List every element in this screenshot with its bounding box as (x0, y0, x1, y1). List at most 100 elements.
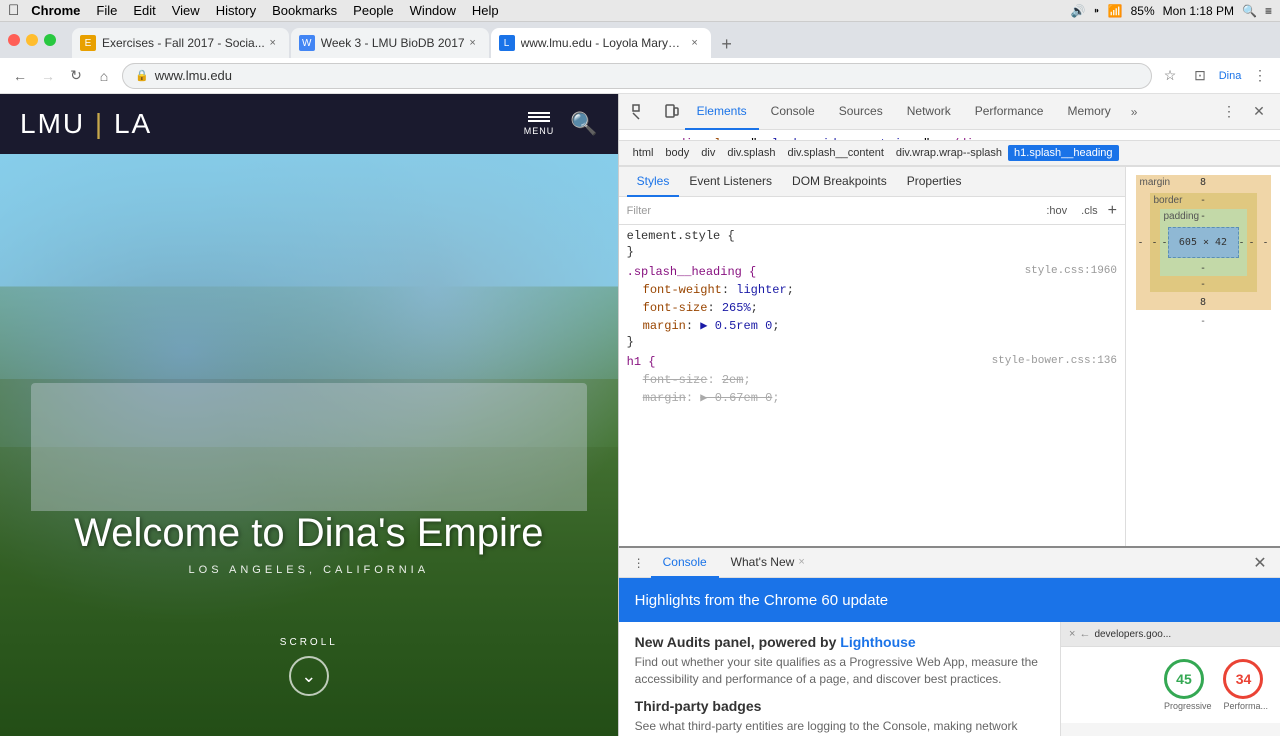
menu-button[interactable]: MENU (524, 112, 555, 136)
tab-biodb[interactable]: W Week 3 - LMU BioDB 2017 × (291, 28, 489, 58)
filter-input[interactable] (659, 205, 1034, 217)
box-model-panel: margin 8 8 - - border - - - - (1125, 167, 1280, 546)
menu-window[interactable]: Window (410, 3, 456, 18)
console-bottom-content: New Audits panel, powered by Lighthouse … (619, 622, 1280, 736)
margin-label: margin (1140, 177, 1171, 188)
forward-button[interactable]: → (36, 64, 60, 88)
notification-icon[interactable]: ≡ (1265, 4, 1272, 18)
tab-event-listeners[interactable]: Event Listeners (679, 167, 782, 197)
dom-tree[interactable]: <div class="splash__video-container">…</… (619, 130, 1280, 140)
logo-la: LA (114, 108, 152, 139)
border-bottom-value: - (1200, 279, 1206, 290)
tab-favicon-biodb: W (299, 35, 315, 51)
menu-people[interactable]: People (353, 3, 393, 18)
menu-edit[interactable]: Edit (133, 3, 155, 18)
breadcrumb-div-wrap[interactable]: div.wrap.wrap--splash (890, 145, 1008, 161)
style-prop-margin: margin: ▶ 0.5rem 0; (627, 317, 1117, 335)
menu-bookmarks[interactable]: Bookmarks (272, 3, 337, 18)
style-rule-splash-heading: .splash__heading { style.css:1960 font-w… (627, 265, 1117, 349)
back-button[interactable]: ← (8, 64, 32, 88)
menu-file[interactable]: File (96, 3, 117, 18)
hov-button[interactable]: :hov (1042, 203, 1071, 219)
tab-exercises[interactable]: E Exercises - Fall 2017 - Socia... × (72, 28, 289, 58)
breadcrumb-bar: html body div div.splash div.splash__con… (619, 140, 1280, 166)
filter-right: :hov .cls + (1042, 202, 1117, 220)
breadcrumb-body[interactable]: body (659, 145, 695, 161)
close-button[interactable] (8, 34, 20, 46)
signin-icon[interactable]: Dina (1218, 64, 1242, 88)
inspect-icon[interactable] (627, 99, 653, 125)
style-source-bower[interactable]: style-bower.css:136 (992, 355, 1117, 367)
devtools-settings[interactable]: ⋮ (1216, 99, 1242, 125)
apple-icon[interactable]:  (8, 2, 19, 19)
tab-memory[interactable]: Memory (1055, 94, 1122, 130)
section-1-text: Find out whether your site qualifies as … (635, 654, 1044, 688)
section-2-text: See what third-party entities are loggin… (635, 718, 1044, 736)
reload-button[interactable]: ↻ (64, 64, 88, 88)
breadcrumb-div-splash-content[interactable]: div.splash__content (781, 145, 889, 161)
cast-icon[interactable]: ⊡ (1188, 64, 1212, 88)
tab-lmu[interactable]: L www.lmu.edu - Loyola Marym... × (491, 28, 711, 58)
preview-scores: 45 Progressive 34 Performa... (1069, 655, 1272, 715)
style-source-1960[interactable]: style.css:1960 (1025, 265, 1117, 277)
tab-console-bottom[interactable]: Console (651, 548, 719, 578)
tab-elements[interactable]: Elements (685, 94, 759, 130)
tab-performance[interactable]: Performance (963, 94, 1056, 130)
selector-element-style: element.style { (627, 229, 1117, 243)
menu-view[interactable]: View (172, 3, 200, 18)
style-prop-font-size-h1: font-size: 2em; (627, 371, 1117, 389)
tab-whats-new[interactable]: What's New × (719, 548, 817, 578)
tab-network[interactable]: Network (895, 94, 963, 130)
home-button[interactable]: ⌂ (92, 64, 116, 88)
breadcrumb-div[interactable]: div (695, 145, 721, 161)
devtools-more-tabs[interactable]: » (1123, 105, 1146, 119)
wifi-icon: 📶 (1108, 4, 1123, 18)
score-circle-34: 34 (1223, 659, 1263, 699)
tab-console[interactable]: Console (759, 94, 827, 130)
filter-bar: Filter :hov .cls + (619, 197, 1125, 225)
breadcrumb-h1[interactable]: h1.splash__heading (1008, 145, 1118, 161)
toolbar-right: ☆ ⊡ Dina ⋮ (1158, 64, 1272, 88)
add-style-button[interactable]: + (1108, 202, 1117, 220)
menu-help[interactable]: Help (472, 3, 499, 18)
breadcrumb-html[interactable]: html (627, 145, 660, 161)
scroll-circle[interactable]: ⌄ (289, 656, 329, 696)
new-tab-button[interactable]: + (713, 30, 741, 58)
styles-left: Styles Event Listeners DOM Breakpoints P… (619, 167, 1125, 546)
tab-close-biodb[interactable]: × (465, 35, 481, 51)
fullscreen-button[interactable] (44, 34, 56, 46)
devtools-close[interactable]: ✕ (1246, 99, 1272, 125)
settings-icon[interactable]: ⋮ (1248, 64, 1272, 88)
sky-overlay (0, 154, 618, 379)
style-prop-font-weight: font-weight: lighter; (627, 281, 1117, 299)
border-left-value: - (1152, 237, 1158, 248)
console-close-button[interactable]: ✕ (1248, 551, 1272, 575)
menu-items: Chrome File Edit View History Bookmarks … (31, 3, 498, 18)
hero-subtitle: LOS ANGELES, CALIFORNIA (0, 564, 618, 576)
tab-properties[interactable]: Properties (897, 167, 972, 197)
console-toggle-icon[interactable]: ⋮ (627, 551, 651, 575)
main-area: LMU | LA MENU 🔍 Welcome to Dina's Empire… (0, 94, 1280, 736)
score-label-performance: Performa... (1223, 701, 1268, 711)
search-button[interactable]: 🔍 (570, 111, 597, 137)
address-bar[interactable]: 🔒 www.lmu.edu (122, 63, 1152, 89)
tab-close-exercises[interactable]: × (265, 35, 281, 51)
whats-new-close[interactable]: × (798, 556, 804, 568)
cls-button[interactable]: .cls (1077, 203, 1102, 219)
scroll-indicator[interactable]: SCROLL ⌄ (280, 637, 338, 696)
chrome-tabbar: E Exercises - Fall 2017 - Socia... × W W… (0, 22, 1280, 58)
bookmark-icon[interactable]: ☆ (1158, 64, 1182, 88)
tab-sources[interactable]: Sources (827, 94, 895, 130)
margin-left-value: - (1138, 237, 1144, 248)
minimize-button[interactable] (26, 34, 38, 46)
tab-dom-breakpoints[interactable]: DOM Breakpoints (782, 167, 897, 197)
tab-styles[interactable]: Styles (627, 167, 680, 197)
device-mode-icon[interactable] (659, 99, 685, 125)
styles-tabs: Styles Event Listeners DOM Breakpoints P… (619, 167, 1125, 197)
clock: Mon 1:18 PM (1163, 4, 1234, 18)
menu-chrome[interactable]: Chrome (31, 3, 80, 18)
tab-close-lmu[interactable]: × (687, 35, 703, 51)
menu-history[interactable]: History (216, 3, 256, 18)
search-icon[interactable]: 🔍 (1242, 4, 1257, 18)
breadcrumb-div-splash[interactable]: div.splash (721, 145, 781, 161)
